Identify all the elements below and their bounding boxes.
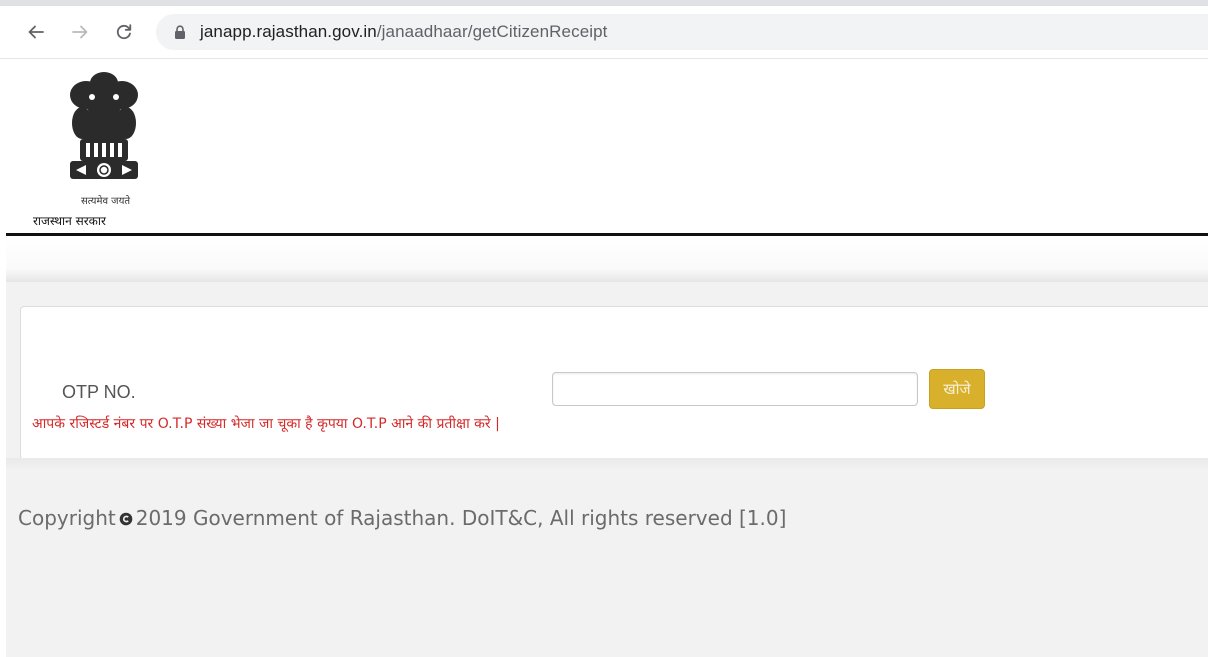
footer-copyright: Copyright 2019 Government of Rajasthan. D… [18,506,786,530]
otp-input[interactable] [552,372,918,406]
copyright-icon [119,512,133,526]
url-path: /janaadhaar/getCitizenReceipt [376,22,608,41]
government-name: राजस्थान सरकार [33,214,106,228]
browser-toolbar: janapp.rajasthan.gov.in/janaadhaar/getCi… [0,6,1208,59]
search-button[interactable]: खोजे [929,369,985,409]
emblem-motto: सत्यमेव जयते [81,196,131,207]
page: janapp.rajasthan.gov.in/janaadhaar/getCi… [0,0,1208,657]
url-host: janapp.rajasthan.gov.in [200,22,377,41]
otp-label: OTP NO. [62,382,136,402]
state-emblem-icon [70,72,138,179]
arrow-right-icon [72,25,88,39]
copyright-prefix: Copyright [18,506,116,530]
arrow-left-icon [28,25,44,39]
address-bar[interactable]: janapp.rajasthan.gov.in/janaadhaar/getCi… [156,14,1208,50]
lock-icon [175,25,185,39]
forward-button[interactable] [66,18,94,46]
site-header: सत्यमेव जयते राजस्थान सरकार [0,59,1208,233]
header-band [6,236,1208,282]
otp-sent-message: आपके रजिस्टर्ड नंबर पर O.T.P संख्या भेजा… [32,416,500,432]
copyright-text: 2019 Government of Rajasthan. DoIT&C, Al… [135,506,787,530]
url-text[interactable]: janapp.rajasthan.gov.in/janaadhaar/getCi… [200,22,608,42]
reload-icon [116,24,132,40]
reload-button[interactable] [110,18,138,46]
panel-shadow [6,458,1208,470]
back-button[interactable] [22,18,50,46]
